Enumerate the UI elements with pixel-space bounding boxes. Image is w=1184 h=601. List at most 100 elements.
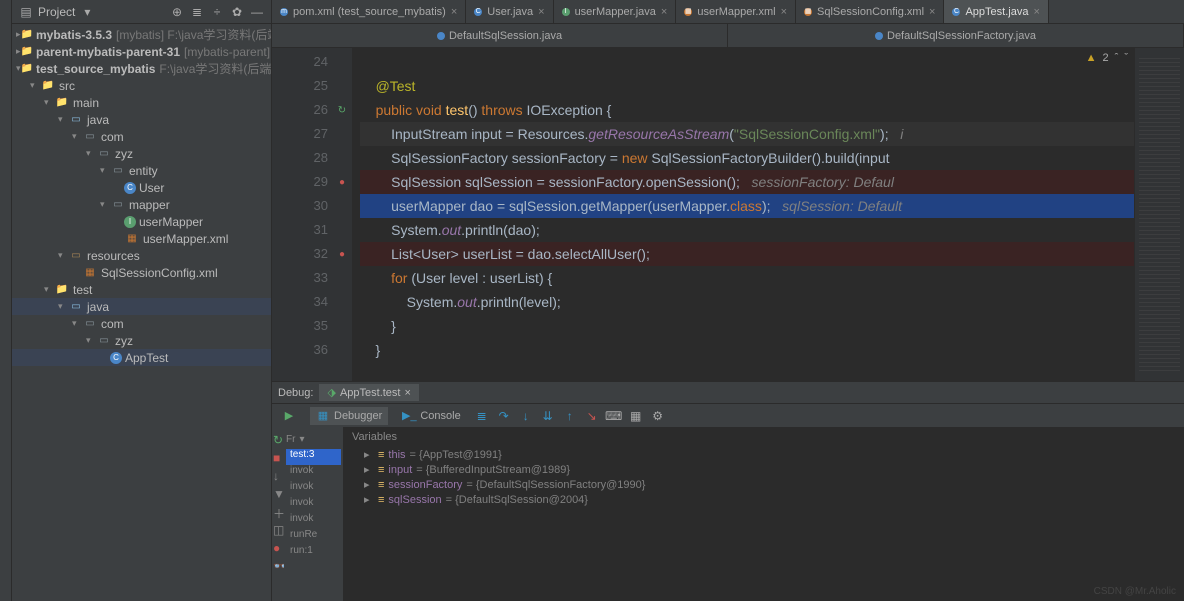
warning-count: 2 <box>1103 52 1109 64</box>
watermark: CSDN @Mr.Aholic <box>1094 586 1176 597</box>
editor-tab[interactable]: ▦SqlSessionConfig.xml× <box>796 0 944 23</box>
stack-frame[interactable]: invok <box>286 481 341 497</box>
editor-tab[interactable]: ▦userMapper.xml× <box>676 0 796 23</box>
editor-subtabs: DefaultSqlSession.javaDefaultSqlSessionF… <box>272 24 1184 48</box>
debug-label: Debug: <box>278 387 313 399</box>
grid-icon[interactable]: ▦ <box>629 409 643 423</box>
tree-item[interactable]: ▾▭java <box>12 111 271 128</box>
variable-row[interactable]: ▸≡ this = {AppTest@1991} <box>352 447 1176 462</box>
force-step-icon[interactable]: ⇊ <box>541 409 555 423</box>
dropdown-icon[interactable]: ▾ <box>79 4 95 20</box>
chevron-down-icon: ˇ <box>1124 52 1128 64</box>
tree-item[interactable]: ▾▭entity <box>12 162 271 179</box>
debug-toolbar: ▶ ▦Debugger ▶_Console ≣ ↷ ↓ ⇊ ↑ ↘ ⌨ ▦ ⚙ <box>272 403 1184 427</box>
debug-body: ↻ ■ ↓ ▼ ＋ ◫ ● 👓 Fr ▾ test:3invokinvokinv… <box>272 427 1184 601</box>
tree-item[interactable]: ▾📁main <box>12 94 271 111</box>
run-icon: ⬗ <box>327 386 335 399</box>
debug-titlebar: Debug: ⬗ AppTest.test × <box>272 381 1184 403</box>
step-into-icon[interactable]: ↷ <box>497 409 511 423</box>
step-out-icon[interactable]: ↑ <box>563 409 577 423</box>
tree-item[interactable]: CAppTest <box>12 349 271 366</box>
close-icon[interactable]: × <box>538 6 544 18</box>
editor-tab[interactable]: IuserMapper.java× <box>554 0 677 23</box>
close-icon[interactable]: × <box>781 6 787 18</box>
tree-item[interactable]: ▾📁test_source_mybatisF:\java学习资料(后端)\源码分 <box>12 60 271 77</box>
warning-icon: ▲ <box>1086 52 1097 64</box>
tree-item[interactable]: ▾▭zyz <box>12 145 271 162</box>
mute-breakpoints-icon[interactable]: ● <box>273 541 283 555</box>
close-icon[interactable]: × <box>661 6 667 18</box>
console-icon: ▶_ <box>402 409 416 423</box>
editor-subtab[interactable]: DefaultSqlSessionFactory.java <box>728 24 1184 47</box>
tree-item[interactable]: ▦userMapper.xml <box>12 230 271 247</box>
debug-panel: Debug: ⬗ AppTest.test × ▶ ▦Debugger ▶_Co… <box>272 381 1184 601</box>
stack-frame[interactable]: invok <box>286 497 341 513</box>
close-icon[interactable]: × <box>929 6 935 18</box>
variable-row[interactable]: ▸≡ sessionFactory = {DefaultSqlSessionFa… <box>352 477 1176 492</box>
stack-frame[interactable]: test:3 <box>286 449 341 465</box>
left-gutter-bar <box>0 0 12 601</box>
tree-item[interactable]: ▾▭java <box>12 298 271 315</box>
tree-item[interactable]: ▾▭com <box>12 315 271 332</box>
close-icon[interactable]: × <box>405 387 411 399</box>
tree-item[interactable]: ▾▭zyz <box>12 332 271 349</box>
editor-tab[interactable]: CAppTest.java× <box>944 0 1048 23</box>
step-over-icon[interactable]: ≣ <box>475 409 489 423</box>
tree-item[interactable]: ▦SqlSessionConfig.xml <box>12 264 271 281</box>
tree-item[interactable]: ▾📁test <box>12 281 271 298</box>
pause-icon[interactable]: ↓ <box>273 469 283 483</box>
editor-tab[interactable]: mpom.xml (test_source_mybatis)× <box>272 0 466 23</box>
variable-row[interactable]: ▸≡ input = {BufferedInputStream@1989} <box>352 462 1176 477</box>
tree-item[interactable]: ▸📁parent-mybatis-parent-31[mybatis-paren… <box>12 43 271 60</box>
add-icon[interactable]: ＋ <box>273 505 283 519</box>
debugger-icon: ▦ <box>316 409 330 423</box>
editor-tabs: mpom.xml (test_source_mybatis)×CUser.jav… <box>272 0 1184 24</box>
variable-row[interactable]: ▸≡ sqlSession = {DefaultSqlSession@2004} <box>352 492 1176 507</box>
variables-header: Variables <box>352 431 1176 443</box>
target-icon[interactable]: ⊕ <box>169 4 185 20</box>
resume-button[interactable]: ▶ <box>276 407 302 425</box>
dropdown-icon[interactable]: ▾ <box>299 434 304 445</box>
settings-icon[interactable]: ⚙ <box>651 409 665 423</box>
stack-frame[interactable]: invok <box>286 513 341 529</box>
tree-item[interactable]: ▾▭com <box>12 128 271 145</box>
close-icon[interactable]: × <box>451 6 457 18</box>
tree-item[interactable]: ▾📁src <box>12 77 271 94</box>
variables-panel[interactable]: Variables ▸≡ this = {AppTest@1991}▸≡ inp… <box>344 427 1184 601</box>
main-layout: ▤ Project ▾ ⊕ ≣ ÷ ✿ — ▸📁mybatis-3.5.3[my… <box>0 0 1184 601</box>
debug-config-tab[interactable]: ⬗ AppTest.test × <box>319 384 418 401</box>
stack-frame[interactable]: runRe <box>286 529 341 545</box>
stack-frame[interactable]: invok <box>286 465 341 481</box>
minimap[interactable] <box>1134 48 1184 381</box>
stack-frame[interactable]: run:1 <box>286 545 341 561</box>
code-editor[interactable]: 24252627282930313233343536 ↻●● @Test pub… <box>272 48 1184 381</box>
tree-item[interactable]: CUser <box>12 179 271 196</box>
frames-panel[interactable]: Fr ▾ test:3invokinvokinvokinvokrunRerun:… <box>284 427 344 601</box>
project-panel: ▤ Project ▾ ⊕ ≣ ÷ ✿ — ▸📁mybatis-3.5.3[my… <box>12 0 272 601</box>
restart-icon[interactable]: ↻ <box>273 433 283 447</box>
editor-tab[interactable]: CUser.java× <box>466 0 553 23</box>
console-tab[interactable]: ▶_Console <box>396 407 466 425</box>
tree-item[interactable]: ▸📁mybatis-3.5.3[mybatis] F:\java学习资料(后端)… <box>12 26 271 43</box>
tree-item[interactable]: ▾▭mapper <box>12 196 271 213</box>
filter-icon[interactable]: ▼ <box>273 487 283 501</box>
project-tree[interactable]: ▸📁mybatis-3.5.3[mybatis] F:\java学习资料(后端)… <box>12 24 271 601</box>
inspection-widget[interactable]: ▲ 2 ˆ ˇ <box>1086 52 1128 64</box>
tree-item[interactable]: ▾▭resources <box>12 247 271 264</box>
editor-subtab[interactable]: DefaultSqlSession.java <box>272 24 728 47</box>
glasses-icon[interactable]: 👓 <box>273 559 283 573</box>
close-icon[interactable]: × <box>1033 6 1039 18</box>
stop-icon[interactable]: ■ <box>273 451 283 465</box>
code-content[interactable]: @Test public void test() throws IOExcept… <box>352 48 1134 381</box>
evaluate-icon[interactable]: ⌨ <box>607 409 621 423</box>
tree-item[interactable]: IuserMapper <box>12 213 271 230</box>
gear-icon[interactable]: ✿ <box>229 4 245 20</box>
step-down-icon[interactable]: ↓ <box>519 409 533 423</box>
run-to-cursor-icon[interactable]: ↘ <box>585 409 599 423</box>
debugger-tab[interactable]: ▦Debugger <box>310 407 388 425</box>
project-icon: ▤ <box>18 4 34 20</box>
layout-icon[interactable]: ◫ <box>273 523 283 537</box>
hide-icon[interactable]: — <box>249 4 265 20</box>
collapse-icon[interactable]: ≣ <box>189 4 205 20</box>
divide-icon[interactable]: ÷ <box>209 4 225 20</box>
